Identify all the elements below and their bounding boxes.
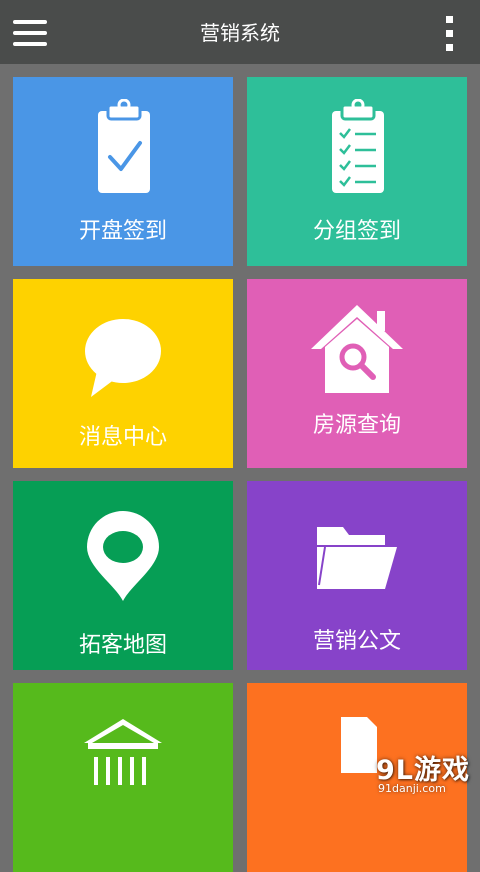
more-options-icon[interactable] xyxy=(438,14,460,54)
clipboard-list-icon xyxy=(332,99,384,193)
tile-opening-checkin[interactable]: 开盘签到 xyxy=(13,77,233,266)
tile-label: 分组签到 xyxy=(312,219,401,244)
page-title: 营销系统 xyxy=(200,21,280,45)
map-pin-icon xyxy=(87,511,159,601)
tile-property-search[interactable]: 房源查询 xyxy=(247,279,467,468)
tile-client-map[interactable]: 拓客地图 xyxy=(13,481,233,670)
folder-icon xyxy=(317,527,397,589)
tile-group-checkin[interactable]: 分组签到 xyxy=(247,77,467,266)
building-columns-icon xyxy=(84,719,162,785)
tile-label: 开盘签到 xyxy=(78,219,167,244)
tile-label: 营销公文 xyxy=(312,629,401,654)
house-search-icon xyxy=(311,305,403,393)
tile-label: 消息中心 xyxy=(78,425,167,450)
speech-bubble-icon xyxy=(85,319,161,397)
watermark-domain: 91danji.com xyxy=(378,782,446,795)
tile-building[interactable] xyxy=(13,683,233,872)
watermark: 9L游戏 91danji.com xyxy=(318,738,480,800)
tile-message-center[interactable]: 消息中心 xyxy=(13,279,233,468)
clipboard-check-icon xyxy=(98,99,150,193)
menu-grid: 开盘签到 分组签到 消息中心 房源查询 拓客地图 营销公文 xyxy=(0,64,480,872)
tile-label: 拓客地图 xyxy=(78,633,167,658)
tile-label: 房源查询 xyxy=(312,413,401,438)
top-app-bar: 营销系统 xyxy=(0,0,480,64)
tile-marketing-documents[interactable]: 营销公文 xyxy=(247,481,467,670)
